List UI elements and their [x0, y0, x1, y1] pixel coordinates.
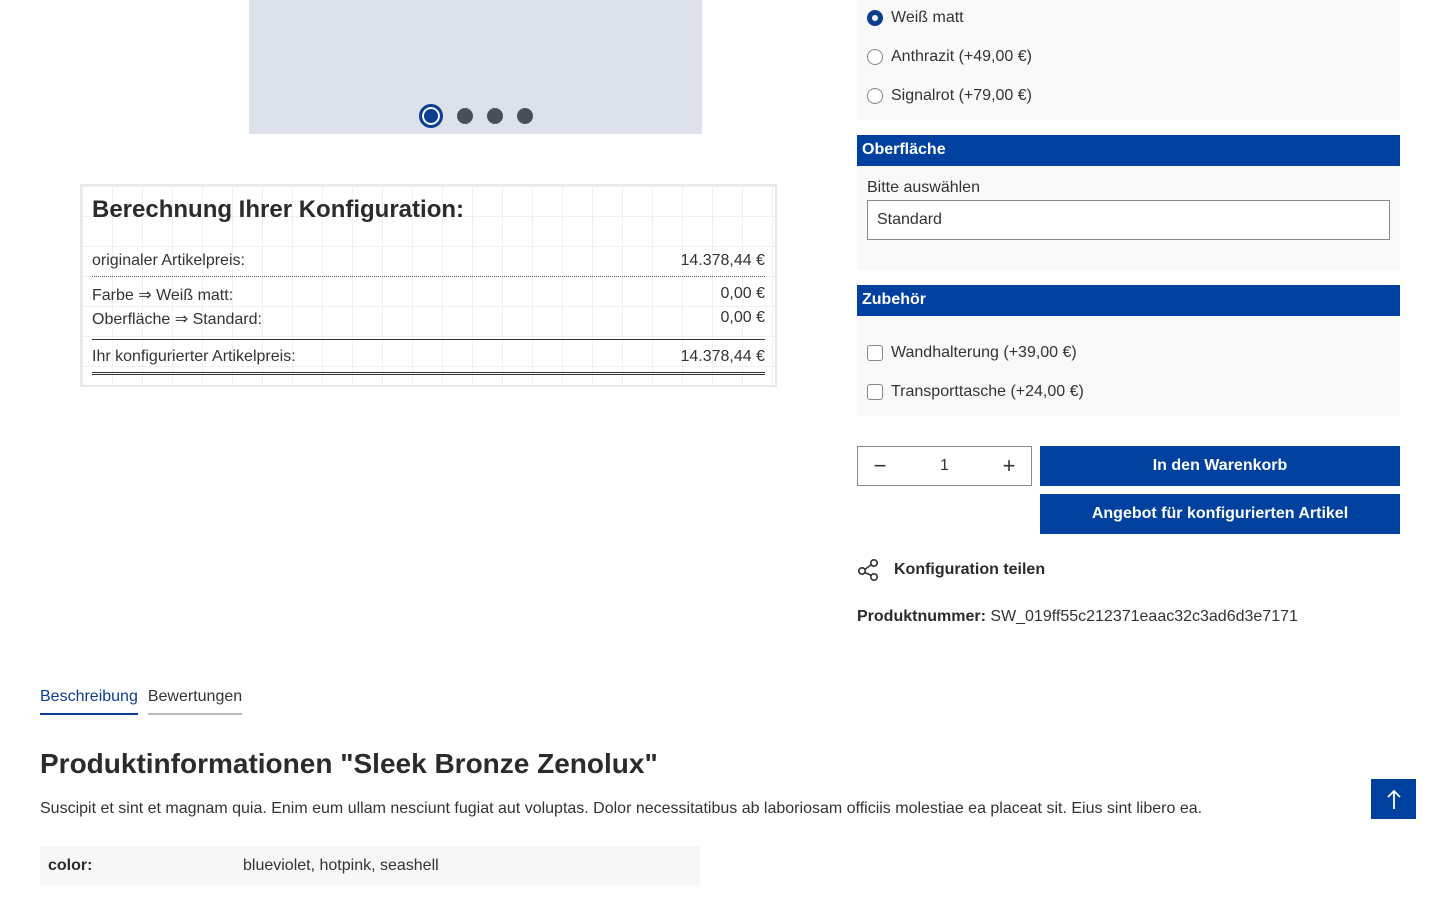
product-number-value: SW_019ff55c212371eaac32c3ad6d3e7171: [990, 608, 1298, 625]
calc-line-label: Oberfläche ⇒ Standard:: [92, 311, 262, 328]
product-image-gallery[interactable]: [249, 0, 702, 134]
calc-original-value: 14.378,44 €: [680, 252, 765, 269]
calc-lines: Farbe ⇒ Weiß matt: 0,00 € Oberfläche ⇒ S…: [92, 277, 765, 340]
calc-total-value: 14.378,44 €: [680, 348, 765, 365]
gallery-dot-2[interactable]: [456, 108, 473, 124]
product-properties: color: blueviolet, hotpink, seashell: [40, 846, 700, 885]
radio-icon[interactable]: [867, 88, 883, 104]
tab-bewertungen[interactable]: Bewertungen: [147, 688, 243, 715]
oberflaeche-label: Bitte auswählen: [867, 179, 980, 196]
calc-total-row: Ihr konfigurierter Artikelpreis: 14.378,…: [92, 340, 765, 375]
arrow-up-icon: [1386, 789, 1401, 809]
gallery-dot-1[interactable]: [418, 104, 443, 128]
farbe-option-weiss[interactable]: Weiß matt: [867, 7, 964, 29]
request-offer-button[interactable]: Angebot für konfigurierten Artikel: [1040, 494, 1400, 534]
calc-title: Berechnung Ihrer Konfiguration:: [92, 196, 464, 223]
table-row: color: blueviolet, hotpink, seashell: [40, 846, 700, 885]
calc-original-row: originaler Artikelpreis: 14.378,44 €: [92, 252, 765, 277]
checkbox-icon[interactable]: [867, 384, 883, 400]
option-label: Transporttasche (+24,00 €): [891, 383, 1084, 400]
product-info-title: Produktinformationen "Sleek Bronze Zenol…: [40, 748, 658, 779]
product-description: Suscipit et sint et magnam quia. Enim eu…: [40, 800, 1203, 817]
product-number-label: Produktnummer:: [857, 608, 986, 625]
zubehoer-heading: Zubehör: [857, 285, 1400, 316]
calc-line: Oberfläche ⇒ Standard: 0,00 €: [92, 309, 765, 329]
product-number: Produktnummer: SW_019ff55c212371eaac32c3…: [857, 608, 1298, 626]
checkbox-icon[interactable]: [867, 345, 883, 361]
add-to-cart-button[interactable]: In den Warenkorb: [1040, 446, 1400, 486]
calc-line: Farbe ⇒ Weiß matt: 0,00 €: [92, 285, 765, 305]
oberflaeche-select[interactable]: Standard: [867, 200, 1390, 240]
plus-icon[interactable]: +: [999, 455, 1019, 477]
calc-line-value: 0,00 €: [720, 285, 765, 302]
calc-line-label: Farbe ⇒ Weiß matt:: [92, 287, 234, 304]
quantity-stepper: − 1 +: [857, 446, 1032, 486]
option-label: Weiß matt: [891, 9, 964, 26]
oberflaeche-heading: Oberfläche: [857, 135, 1400, 166]
gallery-dot-3[interactable]: [486, 108, 503, 124]
farbe-option-signalrot[interactable]: Signalrot (+79,00 €): [867, 85, 1032, 107]
product-tabs: Beschreibung Bewertungen: [40, 688, 243, 715]
share-icon: [857, 558, 879, 582]
scroll-to-top-button[interactable]: [1371, 779, 1416, 819]
tab-beschreibung[interactable]: Beschreibung: [40, 688, 138, 715]
quantity-input[interactable]: 1: [940, 457, 949, 475]
radio-icon[interactable]: [867, 49, 883, 65]
gallery-dot-4[interactable]: [516, 108, 533, 124]
share-label: Konfiguration teilen: [894, 561, 1046, 578]
radio-icon[interactable]: [867, 10, 883, 26]
calc-total-label: Ihr konfigurierter Artikelpreis:: [92, 348, 296, 365]
gallery-dots: [249, 104, 702, 128]
configuration-calculation: Berechnung Ihrer Konfiguration: original…: [80, 184, 777, 387]
property-key: color:: [48, 856, 93, 874]
zubehoer-option-wandhalterung[interactable]: Wandhalterung (+39,00 €): [867, 342, 1077, 364]
oberflaeche-panel: Bitte auswählen Standard: [857, 166, 1400, 270]
farbe-panel: Weiß matt Anthrazit (+49,00 €) Signalrot…: [857, 0, 1400, 120]
calc-original-label: originaler Artikelpreis:: [92, 252, 245, 269]
zubehoer-option-transporttasche[interactable]: Transporttasche (+24,00 €): [867, 381, 1084, 403]
minus-icon[interactable]: −: [870, 455, 890, 477]
option-label: Signalrot (+79,00 €): [891, 87, 1032, 104]
calc-line-value: 0,00 €: [720, 309, 765, 326]
zubehoer-panel: Wandhalterung (+39,00 €) Transporttasche…: [857, 316, 1400, 416]
farbe-option-anthrazit[interactable]: Anthrazit (+49,00 €): [867, 46, 1032, 68]
share-configuration-link[interactable]: Konfiguration teilen: [857, 558, 1045, 582]
property-value: blueviolet, hotpink, seashell: [243, 856, 439, 874]
option-label: Anthrazit (+49,00 €): [891, 48, 1032, 65]
option-label: Wandhalterung (+39,00 €): [891, 344, 1077, 361]
